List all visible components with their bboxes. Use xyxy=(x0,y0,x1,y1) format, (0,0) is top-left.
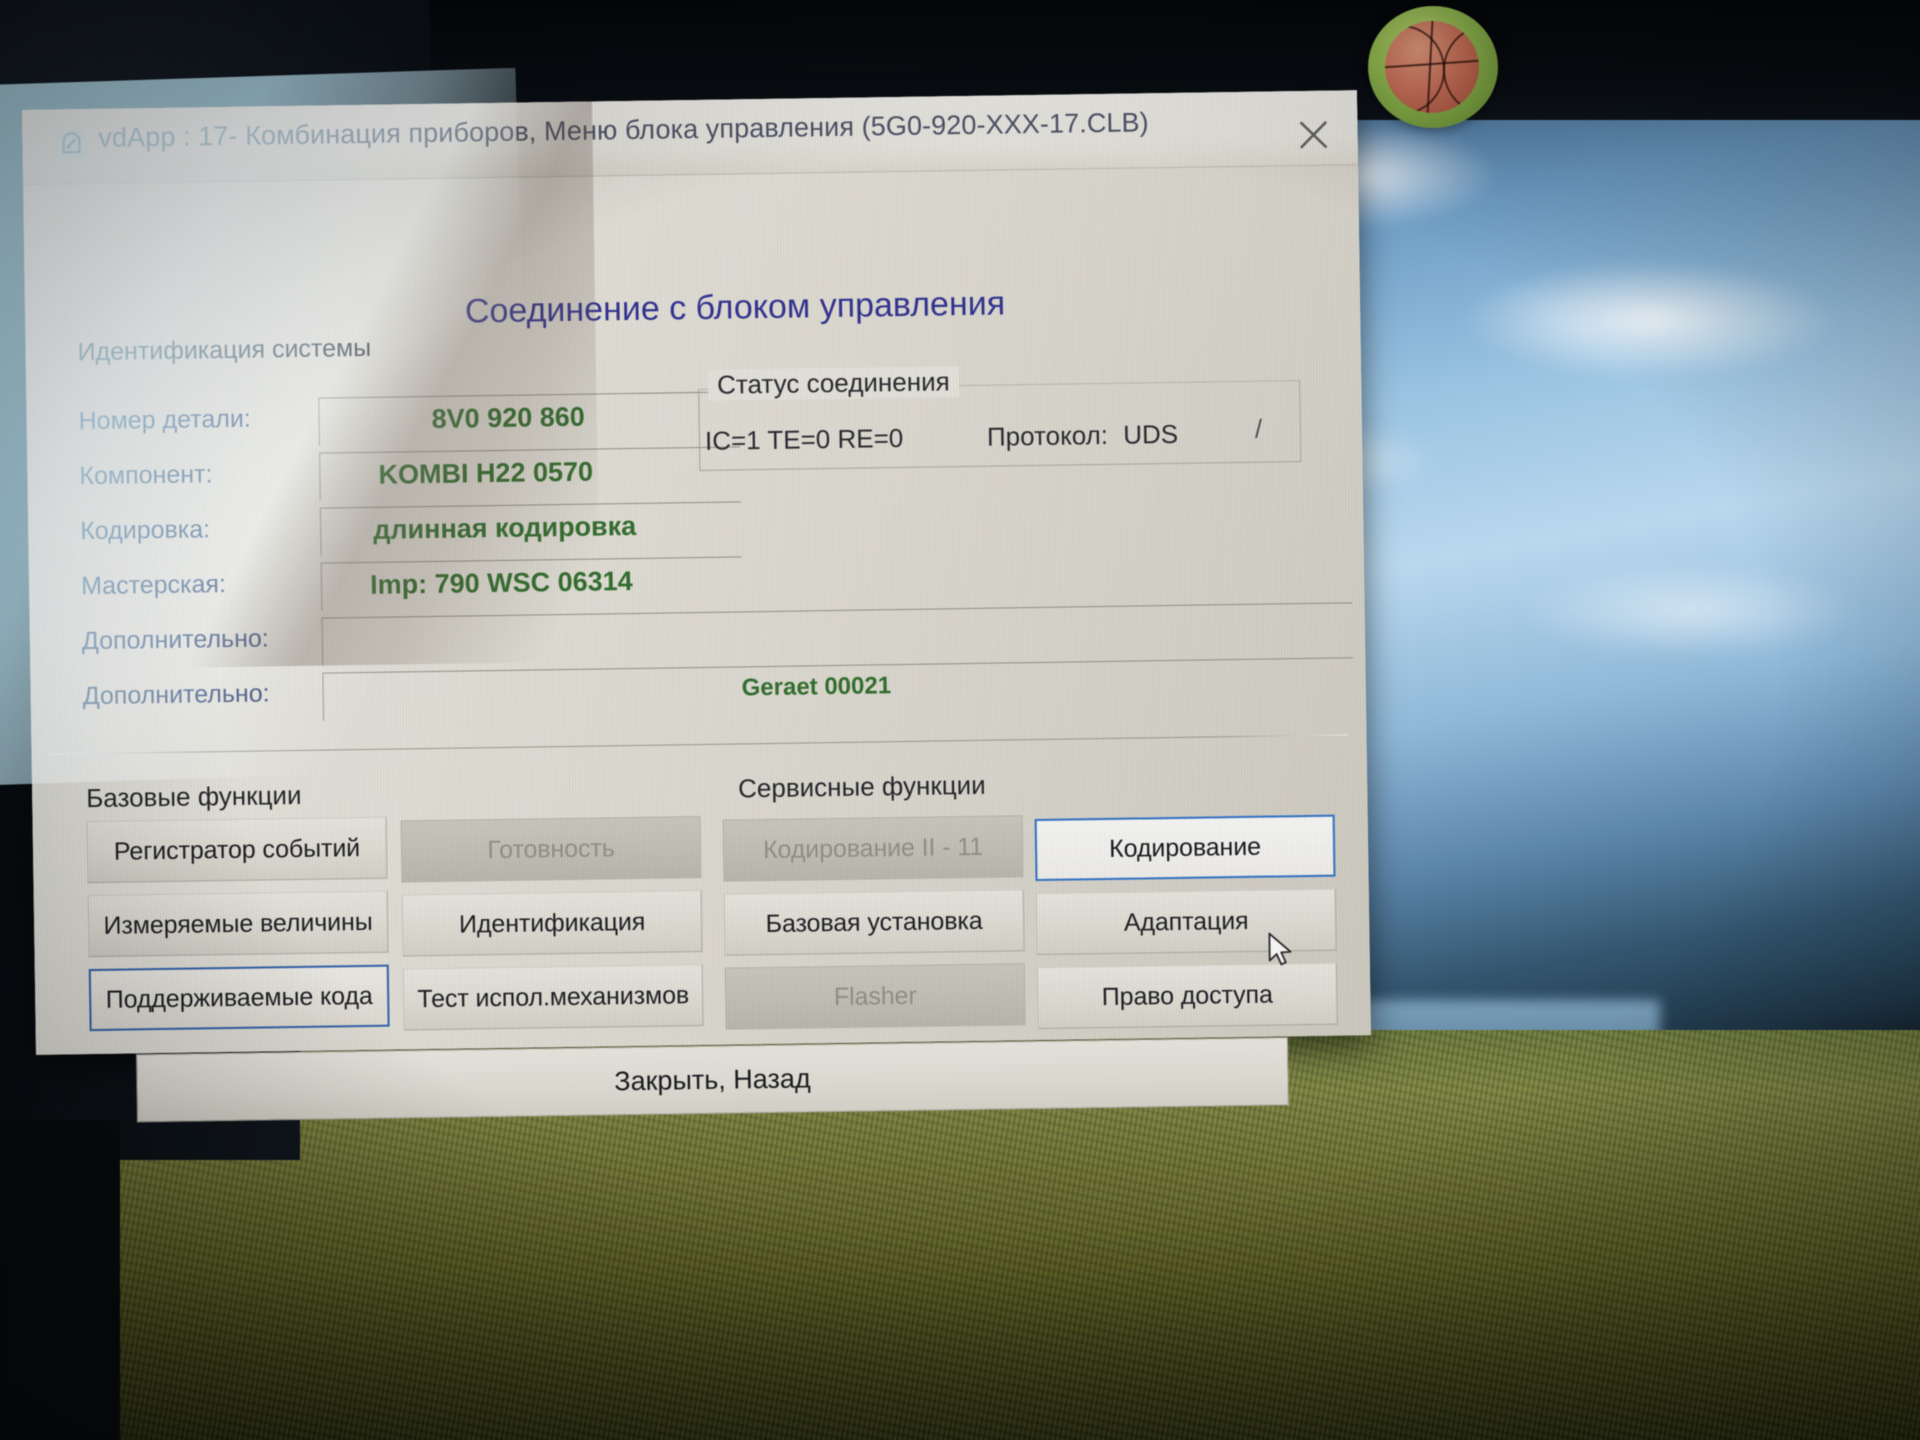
row-label: Мастерская: xyxy=(80,570,227,601)
row-field[interactable]: 8V0 920 860 xyxy=(318,391,740,446)
button-label: Идентификация xyxy=(458,907,646,939)
window-body: Соединение с блоком управления Идентифик… xyxy=(23,164,1371,1123)
basketball-sticker xyxy=(1368,6,1498,128)
row-label: Кодировка: xyxy=(80,515,211,546)
button-label: Готовность xyxy=(487,833,615,864)
basketball-seam xyxy=(1385,25,1445,113)
protocol-label: Протокол: UDS xyxy=(987,419,1179,453)
connection-counters: IC=1 TE=0 RE=0 xyxy=(704,422,904,456)
row-value: длинная кодировка xyxy=(373,510,637,545)
row-value: Geraet 00021 xyxy=(741,672,892,702)
button-event-logger[interactable]: Регистратор событий xyxy=(86,816,388,884)
basic-functions-caption: Базовые функции xyxy=(85,779,302,814)
row-label: Дополнительно: xyxy=(82,679,270,711)
button-actuator-test[interactable]: Тест испол.механизмов xyxy=(402,963,704,1031)
screenshot-root: vdApp : 17- Комбинация приборов, Меню бл… xyxy=(0,0,1920,1440)
photo-bottom-shadow xyxy=(0,1120,120,1440)
compass-icon xyxy=(54,128,89,163)
basketball-seam xyxy=(1443,25,1479,113)
status-separator: / xyxy=(1254,413,1263,444)
row-value: KOMBI H22 0570 xyxy=(378,456,594,490)
button-adaptation[interactable]: Адаптация xyxy=(1035,888,1337,956)
section-divider xyxy=(49,734,1349,755)
button-label: Поддерживаемые кода xyxy=(105,981,373,1014)
button-coding[interactable]: Кодирование xyxy=(1034,814,1336,882)
page-title: Соединение с блоком управления xyxy=(464,284,1006,331)
button-label: Право доступа xyxy=(1101,980,1273,1011)
window-title: vdApp : 17- Комбинация приборов, Меню бл… xyxy=(98,107,1149,153)
button-label: Тест испол.механизмов xyxy=(417,980,690,1013)
button-label: Кодирование II - 11 xyxy=(762,832,984,864)
row-value: Imp: 790 WSC 06314 xyxy=(369,565,633,600)
button-identification[interactable]: Идентификация xyxy=(401,890,703,957)
connection-status-legend: Статус соединения xyxy=(707,366,959,401)
row-field[interactable]: длинная кодировка xyxy=(319,501,742,556)
row-field[interactable] xyxy=(321,602,1354,666)
button-access-rights[interactable]: Право доступа xyxy=(1036,962,1338,1030)
button-label: Измеряемые величины xyxy=(103,907,373,940)
identification-caption: Идентификация системы xyxy=(77,333,372,367)
basketball-icon xyxy=(1385,21,1479,113)
button-coding-ii-11[interactable]: Кодирование II - 11 xyxy=(722,815,1024,882)
wallpaper-cloud xyxy=(1460,260,1840,380)
button-label: Кодирование xyxy=(1108,832,1262,863)
wallpaper-cloud xyxy=(1520,560,1860,660)
protocol-label-text: Протокол: xyxy=(986,419,1109,452)
button-label: Базовая установка xyxy=(765,906,983,938)
row-field[interactable]: Geraet 00021 xyxy=(322,657,1354,721)
button-supported-codes[interactable]: Поддерживаемые кода xyxy=(88,964,390,1032)
button-basic-setting[interactable]: Базовая установка xyxy=(723,889,1025,956)
service-functions-caption: Сервисные функции xyxy=(737,769,986,804)
app-window: vdApp : 17- Комбинация приборов, Меню бл… xyxy=(0,67,1371,1123)
row-value: 8V0 920 860 xyxy=(431,401,585,434)
row-field[interactable]: KOMBI H22 0570 xyxy=(319,446,741,501)
row-label: Компонент: xyxy=(79,460,213,491)
row-label: Дополнительно: xyxy=(81,624,269,656)
button-label: Flasher xyxy=(833,981,917,1011)
close-icon[interactable] xyxy=(1293,115,1334,156)
button-readiness[interactable]: Готовность xyxy=(400,816,702,883)
button-label: Закрыть, Назад xyxy=(614,1062,811,1096)
row-label: Номер детали: xyxy=(78,404,251,436)
button-label: Адаптация xyxy=(1123,906,1249,937)
button-label: Регистратор событий xyxy=(113,833,361,866)
row-field[interactable]: Imp: 790 WSC 06314 xyxy=(320,556,743,611)
protocol-value: UDS xyxy=(1123,418,1179,450)
button-measured-values[interactable]: Измеряемые величины xyxy=(87,890,389,958)
button-flasher[interactable]: Flasher xyxy=(724,963,1026,1030)
